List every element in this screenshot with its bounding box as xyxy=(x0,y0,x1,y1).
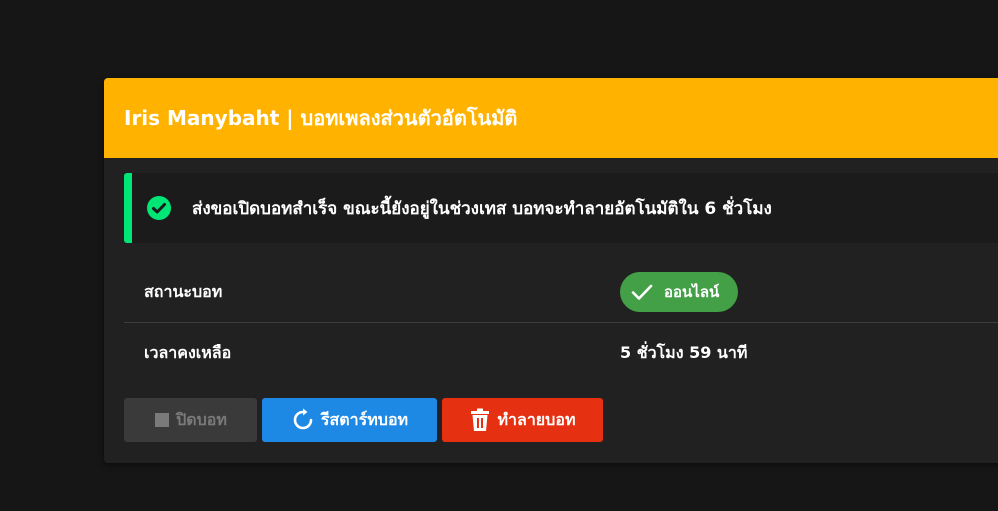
bot-card: Iris Manybaht | บอทเพลงส่วนตัวอัตโนมัติ … xyxy=(104,78,998,463)
status-value: ออนไลน์ xyxy=(664,283,720,301)
time-remaining-label: เวลาคงเหลือ xyxy=(144,342,232,362)
action-bar: ปิดบอท รีสตาร์ทบอท ทำลายบอท xyxy=(124,398,608,442)
trash-icon xyxy=(469,408,491,432)
page-title: Iris Manybaht | บอทเพลงส่วนตัวอัตโนมัติ xyxy=(124,106,518,130)
card-header: Iris Manybaht | บอทเพลงส่วนตัวอัตโนมัติ xyxy=(104,78,998,158)
time-remaining-value: 5 ชั่วโมง 59 นาที xyxy=(620,342,748,362)
restart-bot-label: รีสตาร์ทบอท xyxy=(320,409,409,429)
alert-message: ส่งขอเปิดบอทสำเร็จ ขณะนี้ยังอยู่ในช่วงเท… xyxy=(192,198,772,219)
restart-icon xyxy=(291,408,315,432)
status-badge: ออนไลน์ xyxy=(620,272,738,312)
check-icon xyxy=(630,280,654,304)
check-circle-icon xyxy=(146,195,172,221)
destroy-bot-label: ทำลายบอท xyxy=(497,409,576,429)
stop-icon xyxy=(154,412,170,428)
status-row: สถานะบอท ออนไลน์ xyxy=(124,262,998,323)
success-alert: ส่งขอเปิดบอทสำเร็จ ขณะนี้ยังอยู่ในช่วงเท… xyxy=(124,173,998,243)
time-row: เวลาคงเหลือ 5 ชั่วโมง 59 นาที xyxy=(124,323,998,383)
stop-bot-button[interactable]: ปิดบอท xyxy=(124,398,257,442)
restart-bot-button[interactable]: รีสตาร์ทบอท xyxy=(262,398,437,442)
status-label: สถานะบอท xyxy=(144,281,223,301)
destroy-bot-button[interactable]: ทำลายบอท xyxy=(442,398,603,442)
stop-bot-label: ปิดบอท xyxy=(176,409,227,429)
bot-info-table: สถานะบอท ออนไลน์ เวลาคงเหลือ 5 ชั่วโมง 5… xyxy=(124,262,998,383)
